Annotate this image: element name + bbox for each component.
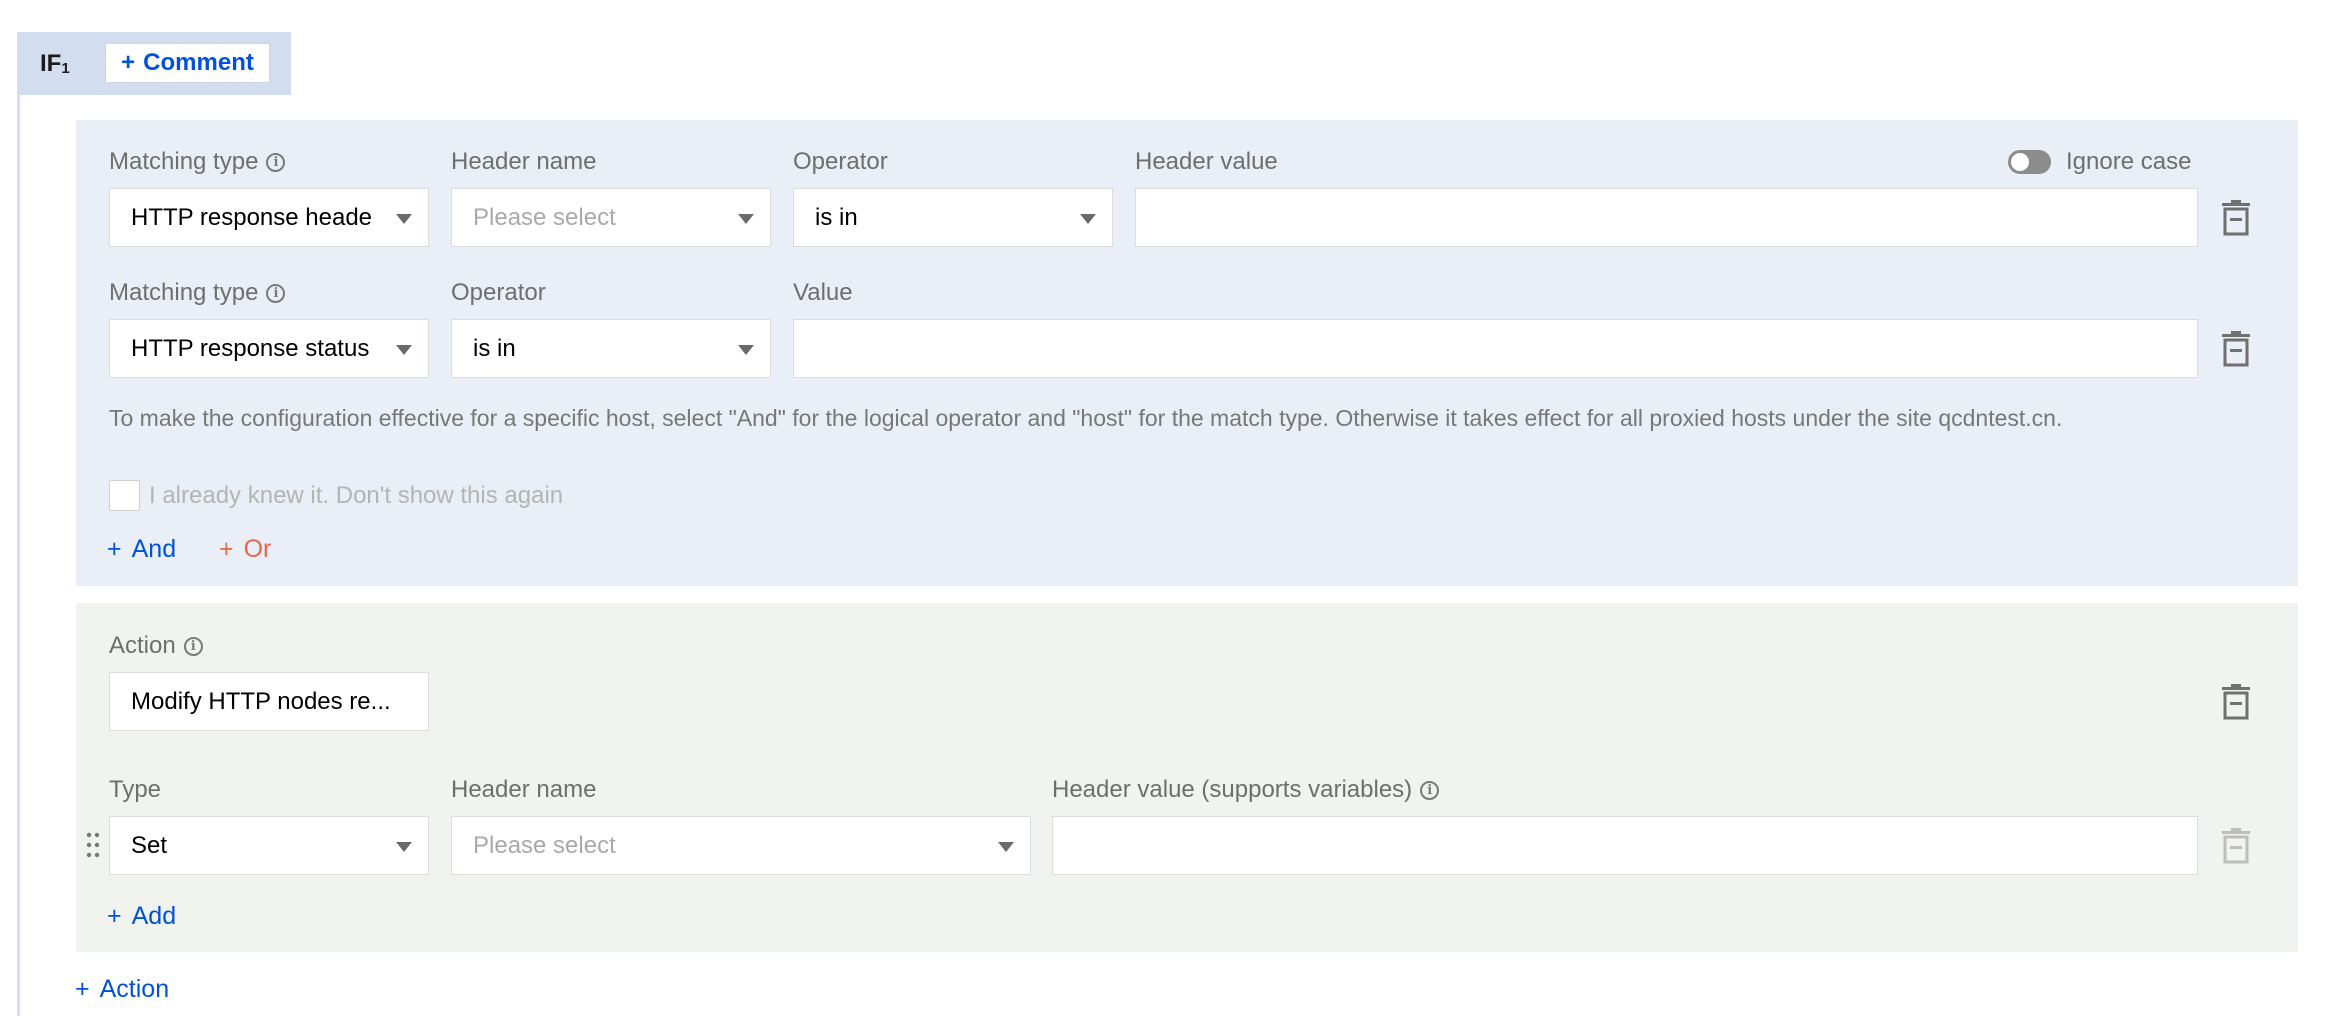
info-icon[interactable]: i [183, 636, 203, 656]
add-and-condition-button[interactable]: + And [107, 535, 176, 564]
header-value-input[interactable] [1135, 188, 2198, 247]
chevron-down-icon [738, 345, 754, 355]
value-input[interactable] [793, 319, 2198, 378]
delete-action-icon[interactable] [2220, 684, 2252, 720]
operator-select[interactable]: is in [793, 188, 1113, 247]
operator-label: Operator [451, 279, 546, 306]
add-comment-button[interactable]: + Comment [105, 43, 270, 83]
ignore-case-label: Ignore case [2066, 148, 2192, 175]
type-label: Type [109, 776, 162, 803]
matching-type-select[interactable]: HTTP response status [109, 319, 429, 378]
delete-row-icon [2220, 828, 2252, 864]
chevron-down-icon [396, 842, 412, 852]
matching-type-label: Matching type i [109, 148, 286, 176]
action-select[interactable]: Modify HTTP nodes re... [109, 672, 429, 731]
header-value-label: Header value [1135, 148, 1278, 175]
chevron-down-icon [998, 842, 1014, 852]
matching-type-select[interactable]: HTTP response heade [109, 188, 429, 247]
type-select[interactable]: Set [109, 816, 429, 875]
delete-condition-icon[interactable] [2220, 331, 2252, 367]
host-scope-note: To make the configuration effective for … [109, 405, 2063, 431]
header-name-label: Header name [451, 776, 597, 803]
plus-icon: + [107, 535, 122, 563]
ignore-case-toggle[interactable] [2008, 150, 2051, 174]
if-label: IF1 [40, 50, 70, 77]
header-name-label: Header name [451, 148, 597, 175]
info-icon[interactable]: i [1420, 780, 1440, 800]
value-label: Value [793, 279, 853, 306]
info-icon[interactable]: i [266, 283, 286, 303]
chevron-down-icon [738, 214, 754, 224]
chevron-down-icon [396, 214, 412, 224]
plus-icon: + [75, 975, 90, 1003]
if-block-header: IF1 + Comment [17, 32, 291, 95]
add-action-button[interactable]: + Action [75, 975, 169, 1004]
info-icon[interactable]: i [266, 152, 286, 172]
drag-handle-icon[interactable] [86, 831, 100, 859]
plus-icon: + [219, 535, 234, 563]
header-name-select[interactable]: Please select [451, 816, 1031, 875]
matching-type-label: Matching type i [109, 279, 286, 307]
header-name-select[interactable]: Please select [451, 188, 771, 247]
header-value-input[interactable] [1052, 816, 2198, 875]
operator-select[interactable]: is in [451, 319, 771, 378]
operator-label: Operator [793, 148, 888, 175]
add-header-button[interactable]: + Add [107, 902, 176, 931]
header-value-variables-label: Header value (supports variables) i [1052, 776, 1440, 804]
chevron-down-icon [396, 345, 412, 355]
if-block-rail [17, 93, 20, 1016]
if-index: 1 [61, 60, 70, 77]
dont-show-again-checkbox[interactable] [109, 480, 140, 511]
plus-icon: + [121, 49, 136, 76]
delete-condition-icon[interactable] [2220, 200, 2252, 236]
chevron-down-icon [1080, 214, 1096, 224]
add-or-condition-button[interactable]: + Or [219, 535, 271, 564]
action-label: Action i [109, 632, 203, 660]
dont-show-again-label: I already knew it. Don't show this again [149, 482, 564, 509]
add-comment-label: Comment [143, 49, 254, 76]
toggle-knob [2011, 153, 2029, 171]
plus-icon: + [107, 902, 122, 930]
